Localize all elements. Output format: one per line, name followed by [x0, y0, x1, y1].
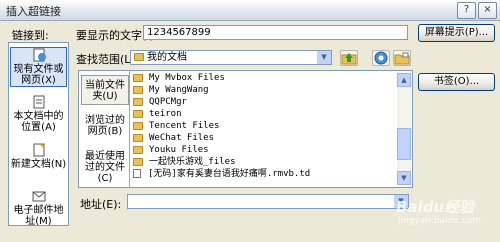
- sidebar-item-label: 新建文档(N): [10, 159, 67, 170]
- look-in-value: 我的文档: [147, 52, 187, 63]
- bookmark-button[interactable]: 书签(O)...: [418, 73, 495, 91]
- browse-web-icon[interactable]: [372, 50, 390, 66]
- list-item[interactable]: My Mvbox Files: [133, 73, 225, 84]
- link-to-label: 链接到:: [12, 29, 49, 42]
- file-name: Tencent Files: [149, 121, 220, 131]
- sidebar-item-new-document[interactable]: 新建文档(N): [9, 143, 68, 173]
- divider: [129, 71, 130, 187]
- chevron-down-icon[interactable]: ▼: [317, 51, 331, 64]
- file-name: My WangWang: [149, 85, 209, 95]
- nav-recent-files[interactable]: 最近使用过的文件(C): [81, 151, 129, 184]
- list-item[interactable]: teiron: [133, 109, 182, 120]
- list-item[interactable]: QQPCMgr: [133, 97, 187, 108]
- folder-icon: [134, 53, 144, 61]
- display-text-input[interactable]: 1234567899: [143, 25, 408, 40]
- help-button[interactable]: ?: [457, 2, 476, 19]
- screen-tip-button[interactable]: 屏幕提示(P)...: [418, 24, 495, 42]
- file-name: My Mvbox Files: [149, 73, 225, 83]
- list-item[interactable]: My WangWang: [133, 85, 209, 96]
- folder-icon: [133, 97, 143, 106]
- web-page-icon: [31, 48, 47, 62]
- list-item[interactable]: [无码]家有奚妻台语我好痛啊.rmvb.td: [133, 169, 310, 180]
- browse-file-icon[interactable]: [393, 50, 411, 66]
- scroll-down-button[interactable]: ▼: [397, 171, 411, 185]
- folder-icon: [133, 145, 143, 154]
- folder-icon: [133, 121, 143, 130]
- nav-item-label: 浏览过的网页(B): [85, 115, 125, 137]
- folder-icon: [133, 73, 143, 82]
- file-name: 一起快乐游戏_files: [149, 157, 236, 167]
- file-name: [无码]家有奚妻台语我好痛啊.rmvb.td: [148, 169, 311, 179]
- title-bar: 插入超链接 ? ×: [0, 0, 500, 21]
- nav-current-folder[interactable]: 当前文件夹(U): [81, 75, 129, 105]
- sidebar-item-email-address[interactable]: 电子邮件地址(M): [9, 189, 68, 227]
- file-name: teiron: [149, 109, 182, 119]
- link-to-sidebar: 现有文件或网页(X) 本文档中的位置(A) 新建文档(N) 电子邮件地址(M): [8, 42, 69, 227]
- scroll-up-button[interactable]: ▲: [397, 73, 411, 87]
- address-label: 地址(E):: [80, 198, 122, 211]
- watermark-url: jingyan.baidu.com: [398, 216, 482, 226]
- email-icon: [31, 189, 47, 203]
- folder-icon: [133, 133, 143, 142]
- file-name: Youku Files: [149, 145, 209, 155]
- nav-item-label: 最近使用过的文件(C): [85, 151, 125, 184]
- sidebar-item-label: 本文档中的位置(A): [13, 111, 64, 133]
- insert-hyperlink-dialog: 插入超链接 ? × 链接到: 要显示的文字(I): 1234567899 屏幕提…: [0, 0, 500, 242]
- new-document-icon: [31, 143, 47, 157]
- folder-icon: [133, 109, 143, 118]
- list-item[interactable]: Tencent Files: [133, 121, 219, 132]
- sidebar-item-this-document[interactable]: 本文档中的位置(A): [9, 95, 68, 133]
- document-icon: [31, 95, 47, 109]
- look-in-select[interactable]: 我的文档 ▼: [130, 50, 332, 65]
- list-item[interactable]: 一起快乐游戏_files: [133, 157, 236, 168]
- nav-item-label: 当前文件夹(U): [85, 80, 125, 102]
- sidebar-item-label: 现有文件或网页(X): [13, 64, 64, 86]
- window-title: 插入超链接: [6, 5, 61, 18]
- list-item[interactable]: Youku Files: [133, 145, 209, 156]
- up-folder-icon[interactable]: [340, 50, 358, 66]
- file-name: QQPCMgr: [149, 97, 187, 107]
- file-name: WeChat Files: [149, 133, 215, 143]
- folder-icon: [133, 85, 143, 94]
- folder-icon: [133, 157, 143, 166]
- file-list[interactable]: 当前文件夹(U) 浏览过的网页(B) 最近使用过的文件(C) My Mvbox …: [78, 70, 413, 188]
- file-icon: [133, 169, 141, 178]
- watermark-logo: Baidu经验: [396, 198, 475, 216]
- nav-browsed-pages[interactable]: 浏览过的网页(B): [81, 115, 129, 143]
- vertical-scrollbar[interactable]: ▲ ▼: [397, 73, 411, 185]
- scroll-thumb[interactable]: [397, 128, 411, 160]
- list-item[interactable]: WeChat Files: [133, 133, 214, 144]
- sidebar-item-existing-file[interactable]: 现有文件或网页(X): [10, 47, 67, 87]
- close-button[interactable]: ×: [478, 2, 497, 19]
- sidebar-item-label: 电子邮件地址(M): [13, 205, 64, 227]
- address-input[interactable]: ▼: [127, 194, 409, 209]
